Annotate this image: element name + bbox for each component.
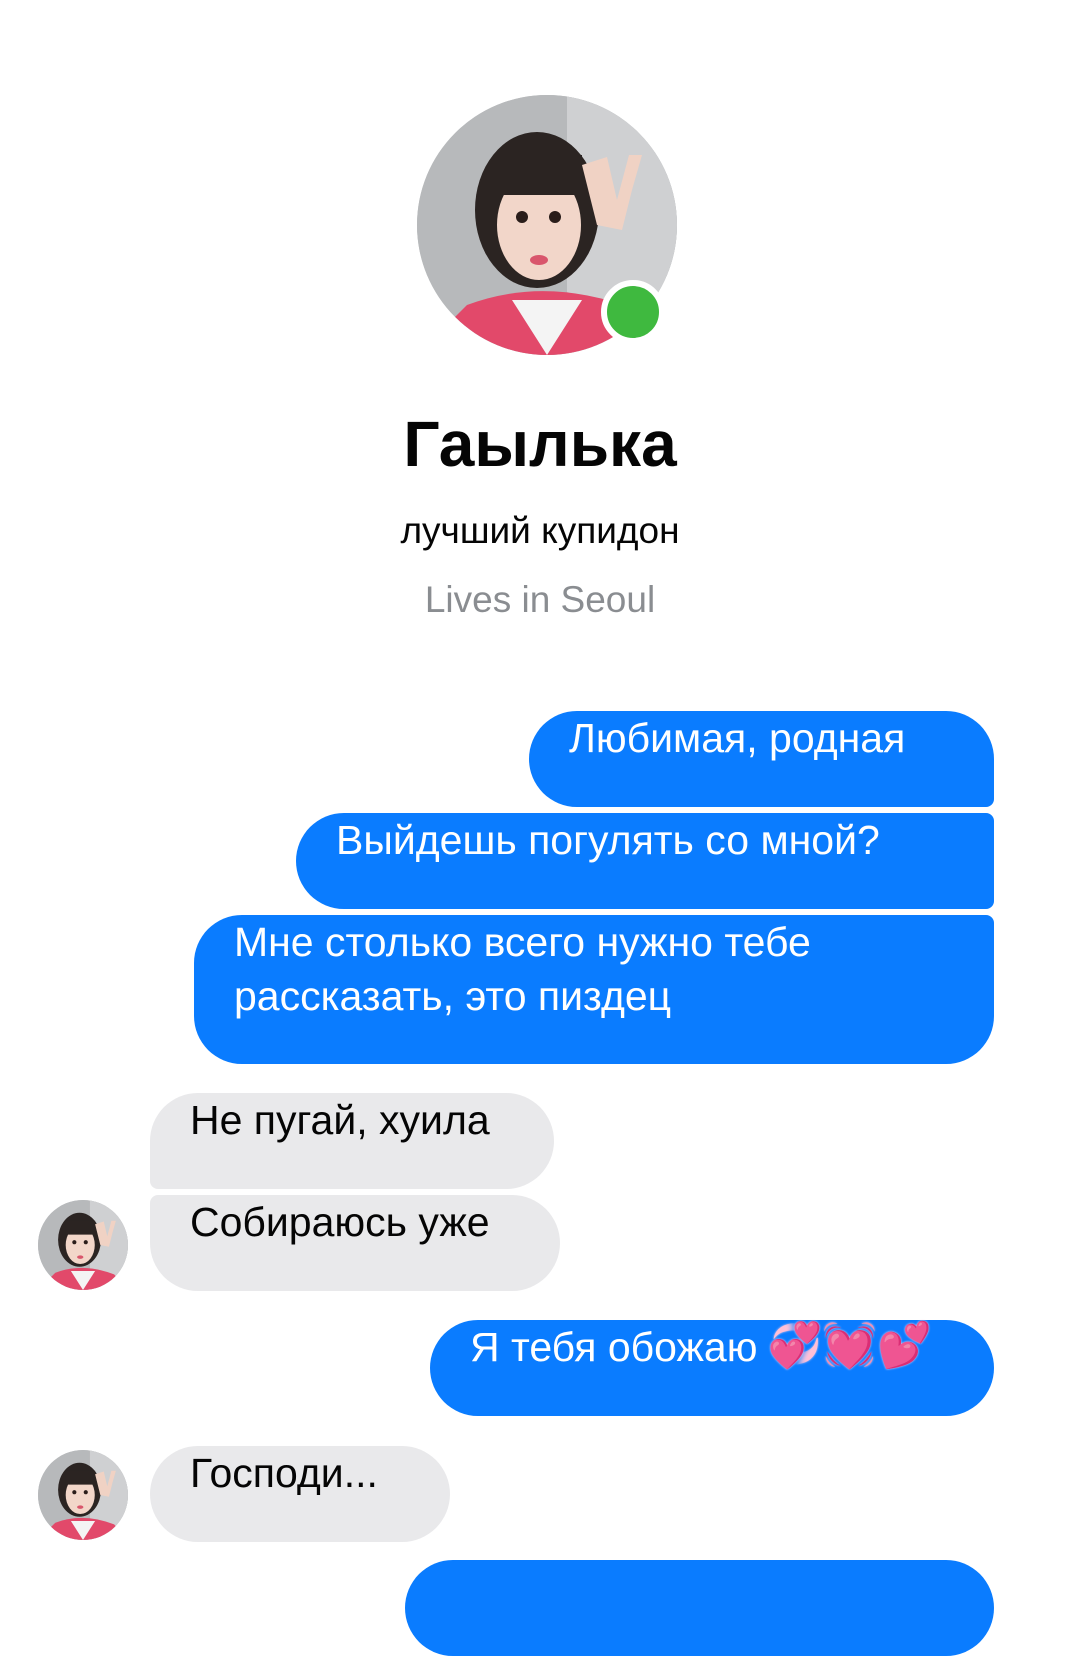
incoming-message[interactable]: Господи... <box>150 1446 450 1542</box>
contact-name: Гаылька <box>403 408 677 480</box>
two-hearts-emoji: 💕 <box>877 1320 932 1372</box>
hearts-emoji-group: 💞💓💕 <box>767 1319 931 1373</box>
message-text: Собираюсь уже <box>190 1199 490 1245</box>
contact-bio: лучший купидон <box>400 510 680 551</box>
contact-avatar-small[interactable] <box>38 1200 128 1290</box>
incoming-message[interactable]: Не пугай, хуила <box>150 1093 554 1189</box>
message-text: Выйдешь погулять со мной? <box>336 817 880 863</box>
outgoing-message[interactable]: Любимая, родная <box>529 711 994 807</box>
avatar-photo <box>38 1450 128 1540</box>
revolving-hearts-emoji: 💞 <box>767 1320 823 1372</box>
online-status-indicator <box>601 280 665 344</box>
outgoing-message-partial[interactable] <box>405 1560 994 1656</box>
avatar-photo <box>38 1200 128 1290</box>
beating-heart-emoji: 💓 <box>822 1320 878 1372</box>
incoming-message[interactable]: Собираюсь уже <box>150 1195 560 1291</box>
outgoing-message[interactable]: Мне столько всего нужно тебе рассказать,… <box>194 915 994 1064</box>
message-text: Не пугай, хуила <box>190 1097 490 1143</box>
outgoing-message[interactable]: Выйдешь погулять со мной? <box>296 813 994 909</box>
message-text: Любимая, родная <box>569 715 906 761</box>
message-text: Мне столько всего нужно тебе рассказать,… <box>234 919 811 1019</box>
outgoing-message[interactable]: Я тебя обожаю 💞💓💕 <box>430 1320 994 1416</box>
contact-profile-header: Гаылька лучший купидон Lives in Seoul <box>0 0 1080 680</box>
contact-avatar-small[interactable] <box>38 1450 128 1540</box>
message-text: Господи... <box>190 1450 378 1496</box>
message-text: Я тебя обожаю <box>470 1324 758 1370</box>
contact-location: Lives in Seoul <box>424 579 656 620</box>
